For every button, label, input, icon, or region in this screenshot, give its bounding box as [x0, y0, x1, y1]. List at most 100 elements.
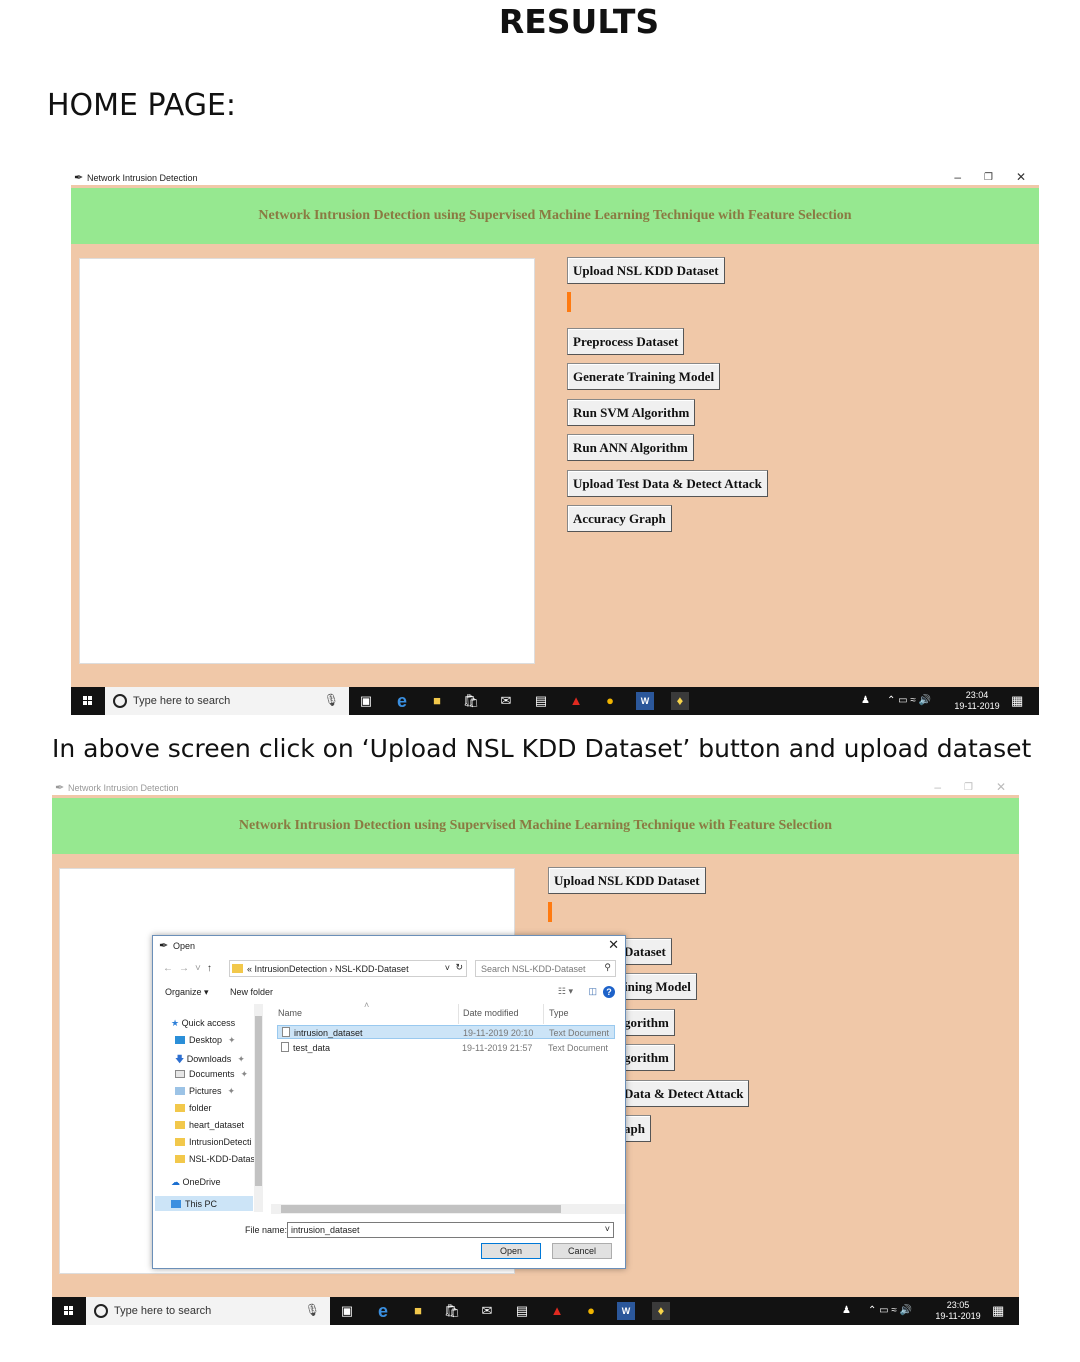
nav-documents[interactable]: Documents ✦	[175, 1069, 248, 1080]
windows-start-icon[interactable]	[64, 1306, 74, 1316]
up-arrow-icon[interactable]: ↑	[207, 963, 218, 974]
nav-nsl-kdd[interactable]: NSL-KDD-Datas	[175, 1154, 255, 1164]
people-icon[interactable]: ♟	[861, 695, 870, 706]
restore-icon[interactable]: ❐	[964, 782, 973, 793]
nav-pictures[interactable]: Pictures ✦	[175, 1086, 235, 1097]
accuracy-graph-button[interactable]: Accuracy Graph	[567, 505, 672, 532]
taskbar-clock[interactable]: 23:04 19-11-2019	[952, 690, 1002, 712]
restore-icon[interactable]: ❐	[984, 172, 993, 183]
file-row[interactable]: test_data 19-11-2019 21:57 Text Document	[277, 1041, 615, 1055]
store-icon[interactable]: 🛍	[462, 692, 480, 710]
chevron-down-icon[interactable]: ˅	[445, 963, 450, 973]
nav-desktop[interactable]: Desktop ✦	[175, 1035, 236, 1046]
nav-downloads[interactable]: 🡇 Downloads ✦	[175, 1052, 245, 1068]
scroll-thumb[interactable]	[281, 1205, 561, 1213]
column-date[interactable]: Date modified	[463, 1008, 519, 1018]
file-name-input[interactable]: intrusion_dataset ˅	[287, 1222, 614, 1238]
microphone-icon[interactable]: 🎙	[324, 693, 339, 707]
column-type[interactable]: Type	[549, 1008, 569, 1018]
nav-quick-access[interactable]: ★ Quick access	[171, 1018, 235, 1029]
file-list-scrollbar[interactable]	[271, 1204, 625, 1214]
nav-scrollbar[interactable]	[254, 1004, 263, 1212]
close-icon[interactable]: ✕	[996, 781, 1006, 794]
train-model-button[interactable]: Generate Training Model	[567, 363, 721, 390]
output-textarea[interactable]	[79, 258, 535, 664]
notification-icon[interactable]: ▦	[1011, 693, 1023, 709]
nav-arrows[interactable]: ←→˅↑	[163, 963, 218, 974]
clock-date: 19-11-2019	[954, 701, 1000, 711]
terminal-icon[interactable]: ▤	[532, 692, 550, 710]
nav-folder[interactable]: folder	[175, 1103, 212, 1113]
scroll-thumb[interactable]	[255, 1016, 262, 1186]
folder-icon	[175, 1138, 185, 1146]
download-icon: 🡇	[175, 1054, 185, 1064]
taskbar-search[interactable]: Type here to search 🎙	[105, 687, 349, 715]
preprocess-button[interactable]: Preprocess Dataset	[567, 328, 685, 355]
run-ann-button[interactable]: Run ANN Algorithm	[567, 434, 694, 461]
mail-icon[interactable]: ✉	[478, 1302, 496, 1320]
nav-intrusion-detection[interactable]: IntrusionDetecti	[175, 1137, 252, 1147]
system-tray-icons[interactable]: ⌃ ▭ ≈ 🔊	[868, 1305, 912, 1316]
minimize-icon[interactable]: –	[934, 781, 941, 794]
organize-button[interactable]: Organize ▾	[165, 987, 209, 998]
detect-attack-button-partial[interactable]: Data & Detect Attack	[618, 1080, 750, 1107]
task-view-icon[interactable]: ▣	[357, 692, 375, 710]
chrome-icon[interactable]: ●	[601, 692, 619, 710]
preprocess-button-partial[interactable]: Dataset	[618, 938, 672, 965]
new-folder-button[interactable]: New folder	[230, 987, 273, 997]
address-bar[interactable]: « IntrusionDetection › NSL-KDD-Dataset ˅…	[229, 960, 467, 977]
desktop-icon	[175, 1036, 185, 1044]
run-svm-button[interactable]: Run SVM Algorithm	[567, 399, 696, 426]
minimize-icon[interactable]: –	[954, 171, 961, 184]
file-row[interactable]: intrusion_dataset 19-11-2019 20:10 Text …	[277, 1025, 615, 1039]
nav-heart-dataset[interactable]: heart_dataset	[175, 1120, 244, 1130]
task-view-icon[interactable]: ▣	[338, 1302, 356, 1320]
run-svm-button-partial[interactable]: gorithm	[618, 1009, 675, 1036]
edge-icon[interactable]: e	[374, 1302, 392, 1320]
cancel-button[interactable]: Cancel	[552, 1243, 612, 1259]
mail-icon[interactable]: ✉	[497, 692, 515, 710]
train-model-button-partial[interactable]: ining Model	[618, 973, 697, 1000]
terminal-icon[interactable]: ▤	[513, 1302, 531, 1320]
acrobat-icon[interactable]: ▲	[548, 1302, 566, 1320]
taskbar-clock[interactable]: 23:05 19-11-2019	[933, 1300, 983, 1322]
edge-icon[interactable]: e	[393, 692, 411, 710]
word-icon[interactable]: W	[636, 692, 654, 710]
nav-onedrive[interactable]: ☁ OneDrive	[171, 1177, 221, 1188]
detect-attack-button[interactable]: Upload Test Data & Detect Attack	[567, 470, 768, 497]
word-icon[interactable]: W	[617, 1302, 635, 1320]
feather-icon: ✒	[55, 782, 65, 794]
view-options-icon[interactable]: ☷ ▾	[558, 986, 573, 997]
window-titlebar: ✒ Network Intrusion Detection – ❐ ✕	[52, 781, 1019, 795]
search-input[interactable]: Search NSL-KDD-Dataset ⚲	[475, 960, 616, 977]
upload-dataset-button[interactable]: Upload NSL KDD Dataset	[567, 257, 725, 284]
help-icon[interactable]: ?	[603, 986, 615, 998]
file-explorer-icon[interactable]: ■	[428, 692, 446, 710]
file-explorer-icon[interactable]: ■	[409, 1302, 427, 1320]
taskbar-search[interactable]: Type here to search 🎙	[86, 1297, 330, 1325]
preview-pane-icon[interactable]: ◫	[588, 986, 597, 997]
window-title: Network Intrusion Detection	[68, 783, 179, 793]
dialog-close-icon[interactable]: ✕	[608, 937, 619, 953]
microphone-icon[interactable]: 🎙	[305, 1303, 320, 1317]
refresh-icon[interactable]: ↻	[455, 962, 463, 973]
open-button[interactable]: Open	[481, 1243, 541, 1259]
chevron-down-icon[interactable]: ˅	[605, 1224, 610, 1234]
system-tray-icons[interactable]: ⌃ ▭ ≈ 🔊	[887, 695, 931, 706]
progress-indicator	[548, 902, 552, 922]
acrobat-icon[interactable]: ▲	[567, 692, 585, 710]
column-name[interactable]: Name	[278, 1008, 302, 1018]
notification-icon[interactable]: ▦	[992, 1303, 1004, 1319]
close-icon[interactable]: ✕	[1016, 171, 1026, 184]
run-ann-button-partial[interactable]: gorithm	[618, 1044, 675, 1071]
upload-dataset-button[interactable]: Upload NSL KDD Dataset	[548, 867, 706, 894]
star-icon: ★	[171, 1018, 180, 1028]
nav-this-pc[interactable]: This PC	[171, 1199, 217, 1209]
windows-start-icon[interactable]	[83, 696, 93, 706]
chrome-icon[interactable]: ●	[582, 1302, 600, 1320]
store-icon[interactable]: 🛍	[443, 1302, 461, 1320]
python-icon[interactable]: ♦	[652, 1302, 670, 1320]
people-icon[interactable]: ♟	[842, 1305, 851, 1316]
python-icon[interactable]: ♦	[671, 692, 689, 710]
cloud-icon: ☁	[171, 1177, 180, 1187]
